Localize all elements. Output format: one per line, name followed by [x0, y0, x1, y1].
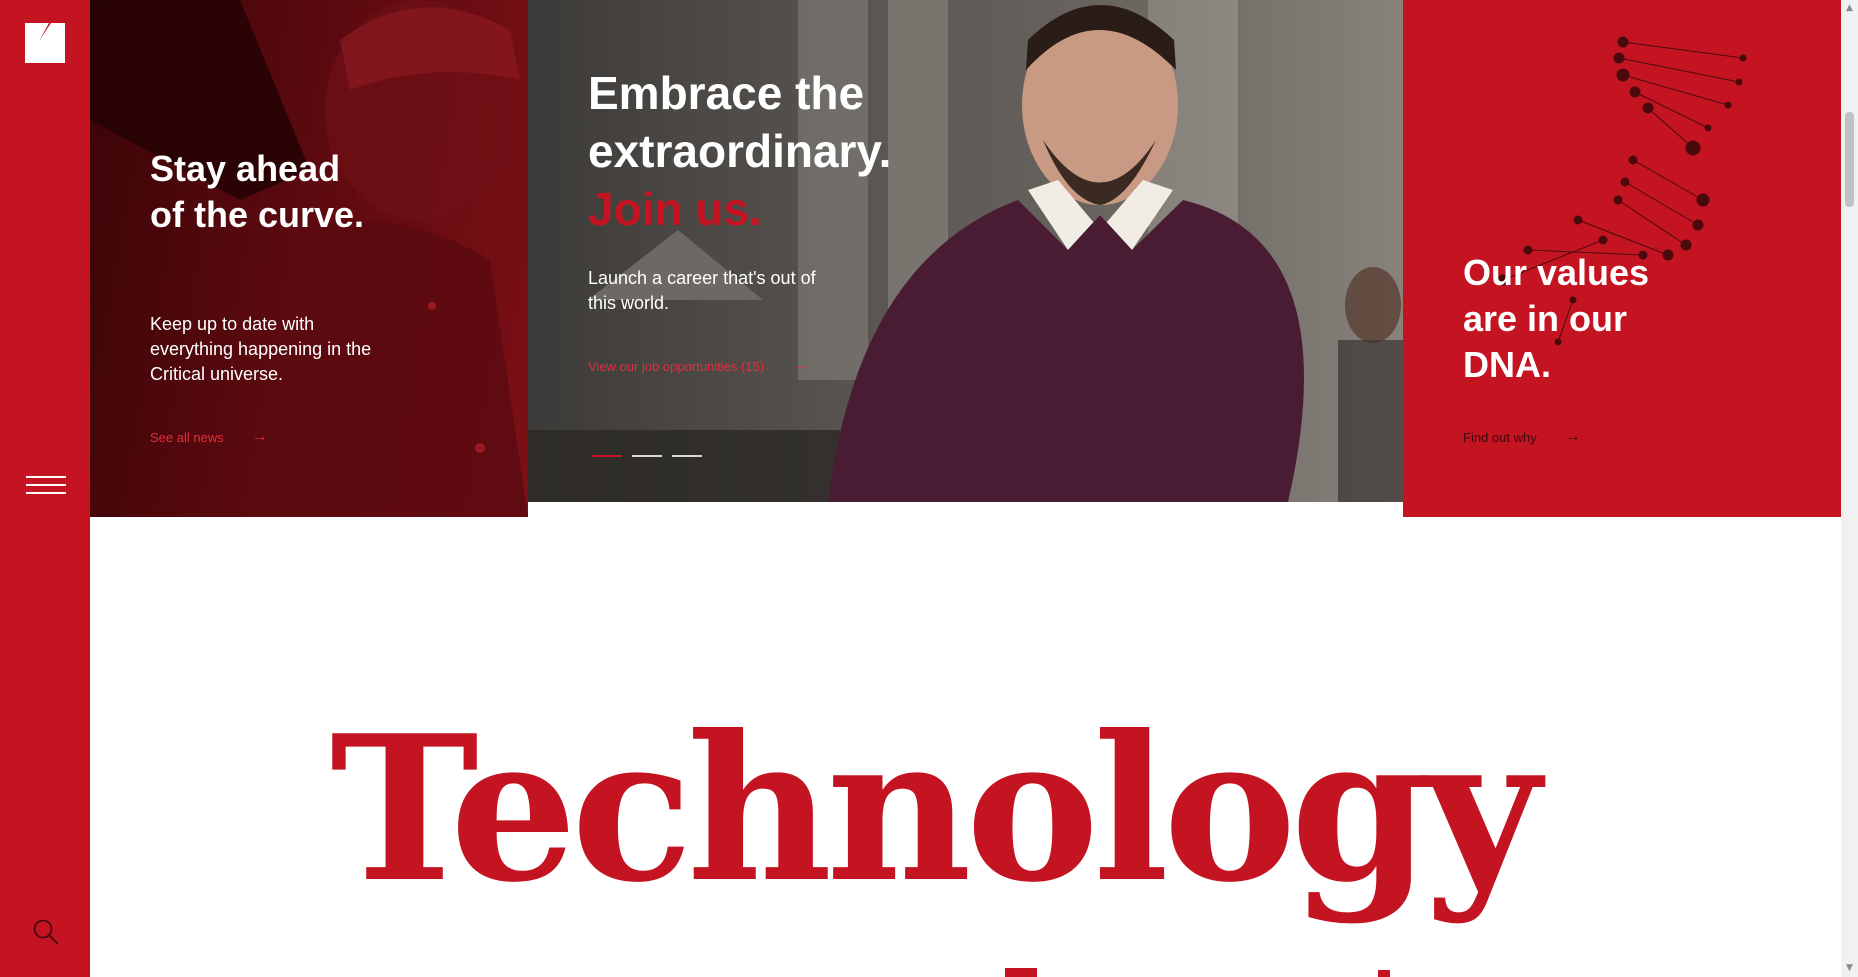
page-scrollbar[interactable]: ▲ ▼	[1841, 0, 1858, 977]
arrow-right-icon: →	[792, 357, 809, 374]
hero-title-line1: Embrace the	[588, 67, 865, 119]
brand-logo-icon[interactable]	[25, 23, 65, 63]
hero-title-line2: extraordinary.	[588, 125, 892, 177]
hamburger-menu-icon[interactable]	[26, 476, 66, 500]
carousel-dot-3[interactable]	[672, 455, 702, 457]
news-panel[interactable]: Stay ahead of the curve. Keep up to date…	[90, 0, 528, 517]
scroll-down-icon[interactable]: ▼	[1841, 960, 1858, 977]
sidebar	[0, 0, 90, 977]
carousel-indicators	[592, 455, 702, 457]
section-heading: Technology	[330, 692, 1541, 927]
arrow-right-icon: →	[251, 428, 268, 445]
next-heading-fragment	[1378, 970, 1390, 977]
job-opportunities-label: View our job opportunities (15)	[588, 358, 765, 374]
job-opportunities-link[interactable]: View our job opportunities (15) →	[588, 357, 808, 375]
find-out-why-label: Find out why	[1463, 429, 1537, 445]
arrow-right-icon: →	[1564, 428, 1581, 445]
hero-description: Launch a career that's out of this world…	[588, 268, 816, 313]
values-panel[interactable]: Our values are in our DNA. Find out why …	[1403, 0, 1841, 517]
see-all-news-label: See all news	[150, 429, 224, 445]
next-heading-fragment	[1005, 968, 1037, 977]
careers-hero: Embrace the extraordinary. Join us. Laun…	[528, 0, 1403, 502]
hero-title-accent: Join us.	[588, 183, 762, 235]
values-title: Our values are in our DNA.	[1463, 252, 1650, 385]
see-all-news-link[interactable]: See all news →	[150, 428, 268, 446]
news-description: Keep up to date with everything happenin…	[150, 314, 372, 384]
scroll-thumb[interactable]	[1845, 112, 1854, 207]
carousel-dot-1[interactable]	[592, 455, 622, 457]
scroll-up-icon[interactable]: ▲	[1841, 0, 1858, 17]
search-icon[interactable]	[32, 918, 60, 946]
news-title: Stay ahead of the curve.	[150, 148, 365, 235]
hero-title: Embrace the extraordinary. Join us.	[588, 64, 891, 238]
carousel-dot-2[interactable]	[632, 455, 662, 457]
find-out-why-link[interactable]: Find out why →	[1463, 428, 1581, 446]
